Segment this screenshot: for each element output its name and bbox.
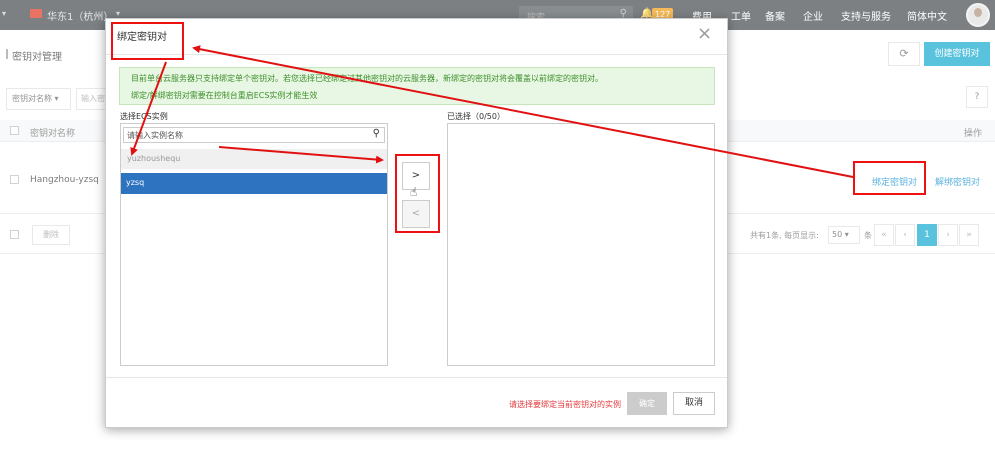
annotation-arrow-to-title xyxy=(192,45,854,178)
annotation-arrow-to-move xyxy=(218,146,384,164)
annotation-arrow-to-instance xyxy=(130,61,167,156)
annotation-arrows xyxy=(130,45,854,178)
